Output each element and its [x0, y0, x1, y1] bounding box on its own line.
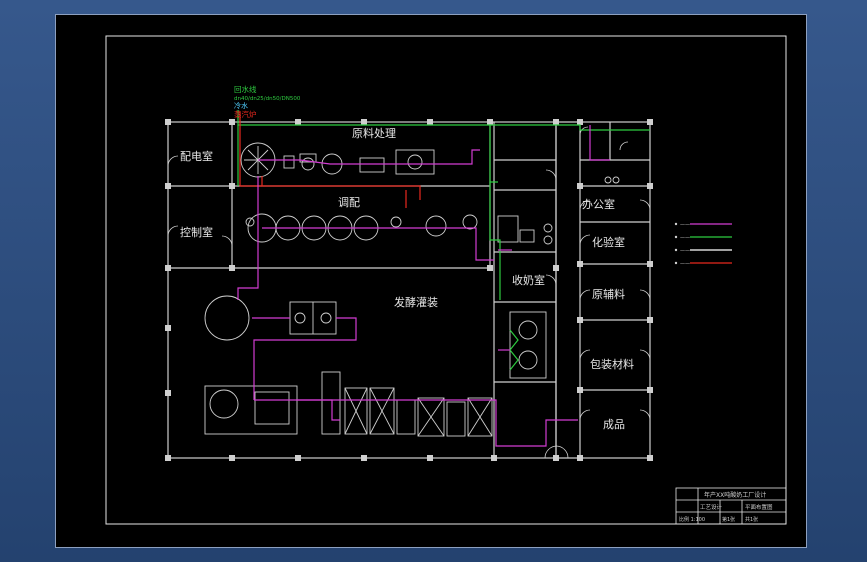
- legend-hot-water: 回水线: [234, 84, 257, 94]
- title-block-row2-right: 平面布置图: [745, 503, 773, 511]
- label-control-room: 控制室: [180, 225, 213, 239]
- label-office: 办公室: [582, 197, 615, 211]
- legend-cold-water: 冷水: [234, 101, 248, 110]
- title-block-row2-left: 工艺设计: [700, 503, 723, 511]
- label-finished-goods: 成品: [603, 418, 625, 431]
- title-block-row3-mid: 第1张: [722, 516, 735, 523]
- pipes: [237, 110, 732, 447]
- legend-dots: [674, 222, 678, 265]
- title-block-row3-right: 共1张: [745, 516, 758, 523]
- label-power-room: 配电室: [180, 149, 213, 163]
- legend-item-1: ——: [680, 222, 690, 228]
- inner-frame: [105, 35, 787, 525]
- title-block-title: 年产XX吨酸奶工厂设计: [704, 491, 766, 499]
- label-raw-processing: 原料处理: [352, 126, 396, 140]
- label-blending: 调配: [338, 196, 360, 209]
- legend-item-4: ——: [680, 261, 690, 267]
- legend-steam: 蒸汽炉: [234, 109, 257, 119]
- label-lab: 化验室: [592, 235, 625, 249]
- legend-item-3: ——: [680, 248, 690, 254]
- label-fermentation-filling: 发酵灌装: [394, 295, 438, 309]
- label-auxiliary-materials: 原辅料: [592, 287, 625, 301]
- equipment: [204, 142, 620, 437]
- label-milk-receiving: 收奶室: [512, 273, 545, 287]
- cad-window: 配电室 控制室 原料处理 调配 发酵灌装 办公室 化验室 收奶室 原辅料 包装材…: [0, 0, 867, 562]
- label-packaging-materials: 包装材料: [590, 357, 634, 371]
- floor-plan-drawing: 配电室 控制室 原料处理 调配 发酵灌装 办公室 化验室 收奶室 原辅料 包装材…: [105, 35, 787, 525]
- title-block-row3-left: 比例 1:100: [679, 516, 705, 523]
- legend-item-2: ——: [680, 235, 690, 241]
